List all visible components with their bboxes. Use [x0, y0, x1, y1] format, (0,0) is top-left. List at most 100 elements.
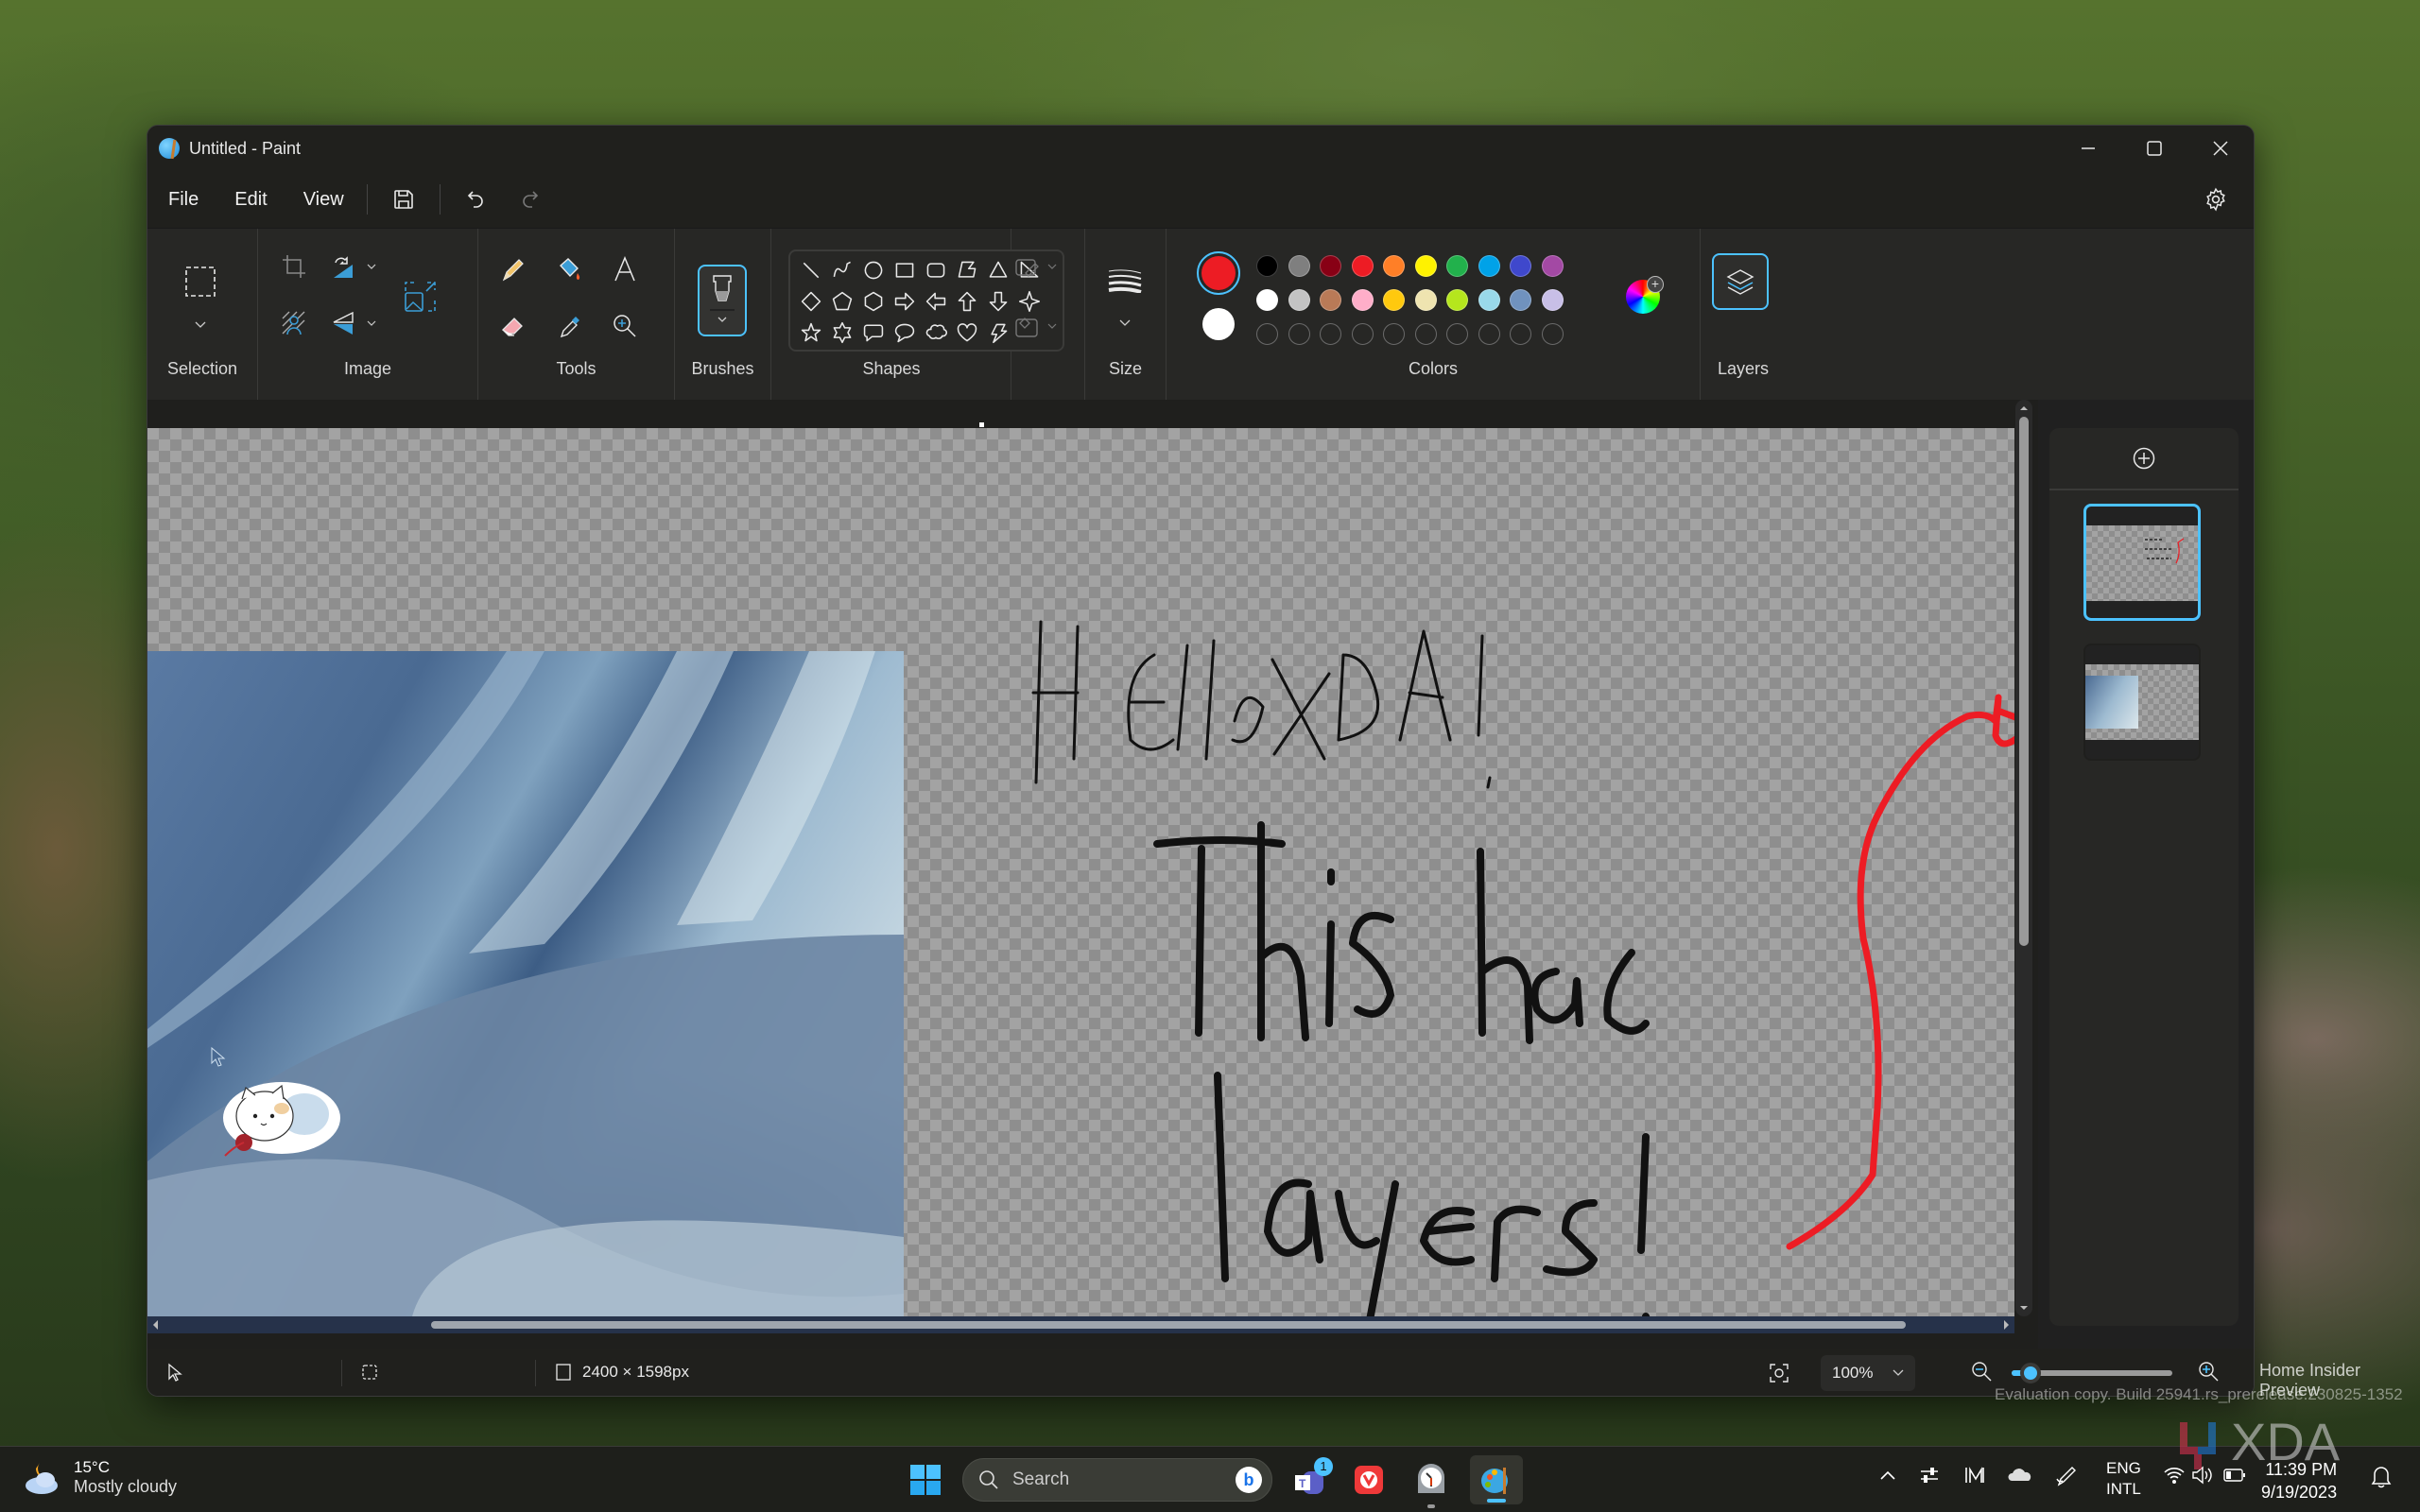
custom-color-slot[interactable]: [1414, 323, 1437, 345]
zoom-level-dropdown[interactable]: 100%: [1821, 1355, 1915, 1391]
shape-polygon[interactable]: [954, 257, 980, 284]
palette-color-swatch[interactable]: [1320, 255, 1341, 277]
custom-color-slot[interactable]: [1256, 323, 1278, 345]
palette-color-swatch[interactable]: [1478, 289, 1500, 311]
palette-color-swatch[interactable]: [1288, 289, 1310, 311]
bing-chat-icon[interactable]: b: [1236, 1467, 1262, 1493]
add-layer-button[interactable]: [2049, 428, 2238, 490]
shape-arrow-left[interactable]: [923, 288, 949, 315]
shape-triangle[interactable]: [985, 257, 1011, 284]
palette-color-swatch[interactable]: [1541, 289, 1564, 311]
shape-rectangle[interactable]: [891, 257, 918, 284]
paint-app[interactable]: [1470, 1455, 1523, 1504]
shape-cloud-callout[interactable]: [923, 319, 949, 346]
palette-color-swatch[interactable]: [1414, 289, 1437, 311]
palette-color-swatch[interactable]: [1446, 289, 1468, 311]
brushes-button[interactable]: [698, 265, 747, 336]
shape-hexagon[interactable]: [860, 288, 887, 315]
tray-control-icon[interactable]: [1919, 1466, 1940, 1489]
vertical-scroll-thumb[interactable]: [2019, 417, 2029, 946]
flip-button[interactable]: [326, 306, 360, 340]
fit-to-window-button[interactable]: [1766, 1360, 1792, 1386]
rotate-dropdown[interactable]: [362, 257, 381, 276]
fill-style-button[interactable]: [1011, 312, 1064, 340]
custom-color-slot[interactable]: [1541, 323, 1564, 345]
palette-color-swatch[interactable]: [1288, 255, 1310, 277]
taskbar-search[interactable]: Search b: [962, 1458, 1272, 1502]
palette-color-swatch[interactable]: [1510, 255, 1531, 277]
eraser-tool[interactable]: [495, 308, 531, 344]
layer-item-drawing[interactable]: [2083, 504, 2201, 621]
maximize-button[interactable]: [2121, 126, 2187, 171]
shape-rounded-callout[interactable]: [860, 319, 887, 346]
scroll-down-icon[interactable]: [2015, 1303, 2032, 1314]
text-tool[interactable]: [607, 251, 643, 287]
color-picker-tool[interactable]: [552, 308, 588, 344]
menu-view[interactable]: View: [303, 189, 344, 211]
canvas-resize-handle[interactable]: [979, 422, 984, 427]
horizontal-scroll-thumb[interactable]: [431, 1321, 1906, 1329]
shape-diamond[interactable]: [798, 288, 824, 315]
shape-line[interactable]: [798, 257, 824, 284]
primary-color-button[interactable]: [1197, 251, 1240, 295]
undo-button[interactable]: [459, 182, 493, 216]
teams-app[interactable]: T 1: [1288, 1457, 1333, 1503]
clock-app[interactable]: [1409, 1457, 1454, 1508]
palette-color-swatch[interactable]: [1256, 255, 1278, 277]
redo-button[interactable]: [512, 182, 546, 216]
palette-color-swatch[interactable]: [1414, 255, 1437, 277]
edit-colors-button[interactable]: +: [1624, 276, 1664, 316]
palette-color-swatch[interactable]: [1510, 289, 1531, 311]
palette-color-swatch[interactable]: [1320, 289, 1341, 311]
shape-arrow-right[interactable]: [891, 288, 918, 315]
shape-rounded-rectangle[interactable]: [923, 257, 949, 284]
layers-button[interactable]: [1712, 253, 1769, 310]
zoom-in-button[interactable]: [2197, 1360, 2223, 1386]
scroll-left-icon[interactable]: [149, 1316, 161, 1333]
vivaldi-app[interactable]: [1346, 1457, 1392, 1503]
custom-color-slot[interactable]: [1320, 323, 1341, 345]
shape-oval[interactable]: [860, 257, 887, 284]
shape-oval-callout[interactable]: [891, 319, 918, 346]
rotate-button[interactable]: [326, 249, 360, 284]
fill-tool[interactable]: [552, 251, 588, 287]
palette-color-swatch[interactable]: [1256, 289, 1278, 311]
crop-button[interactable]: [277, 249, 311, 284]
menu-edit[interactable]: Edit: [234, 189, 267, 211]
shape-lightning[interactable]: [985, 319, 1011, 346]
onedrive-tray[interactable]: [2008, 1468, 2032, 1487]
size-dropdown[interactable]: [1115, 314, 1134, 333]
palette-color-swatch[interactable]: [1383, 255, 1405, 277]
size-button[interactable]: [1106, 266, 1144, 295]
palette-color-swatch[interactable]: [1383, 289, 1405, 311]
minimize-button[interactable]: [2055, 126, 2121, 171]
custom-color-slot[interactable]: [1288, 323, 1310, 345]
pen-menu-tray[interactable]: [2055, 1464, 2076, 1491]
menu-file[interactable]: File: [168, 189, 199, 211]
layer-item-photo[interactable]: [2083, 644, 2201, 761]
zoom-slider[interactable]: [2012, 1363, 2172, 1383]
language-indicator[interactable]: ENG INTL: [2106, 1458, 2141, 1500]
outline-button[interactable]: [1011, 253, 1064, 282]
show-hidden-icons[interactable]: [1879, 1468, 1896, 1486]
vertical-scrollbar[interactable]: [2015, 400, 2032, 1316]
palette-color-swatch[interactable]: [1351, 255, 1374, 277]
horizontal-scrollbar[interactable]: [147, 1316, 2014, 1333]
save-button[interactable]: [387, 182, 421, 216]
custom-color-slot[interactable]: [1478, 323, 1500, 345]
secondary-color-button[interactable]: [1201, 306, 1236, 342]
settings-button[interactable]: [2197, 180, 2235, 218]
zoom-out-button[interactable]: [1970, 1360, 1996, 1386]
drawing-canvas[interactable]: [147, 428, 2014, 1316]
shape-arrow-up[interactable]: [954, 288, 980, 315]
shape-five-point-star[interactable]: [798, 319, 824, 346]
remove-background-button[interactable]: [277, 306, 311, 340]
custom-color-slot[interactable]: [1446, 323, 1468, 345]
shape-heart[interactable]: [954, 319, 980, 346]
zoom-slider-thumb[interactable]: [2020, 1363, 2042, 1383]
scroll-up-icon[interactable]: [2015, 402, 2032, 413]
magnifier-tool[interactable]: [607, 308, 643, 344]
palette-color-swatch[interactable]: [1478, 255, 1500, 277]
close-button[interactable]: [2187, 126, 2254, 171]
shape-curve[interactable]: [829, 257, 856, 284]
